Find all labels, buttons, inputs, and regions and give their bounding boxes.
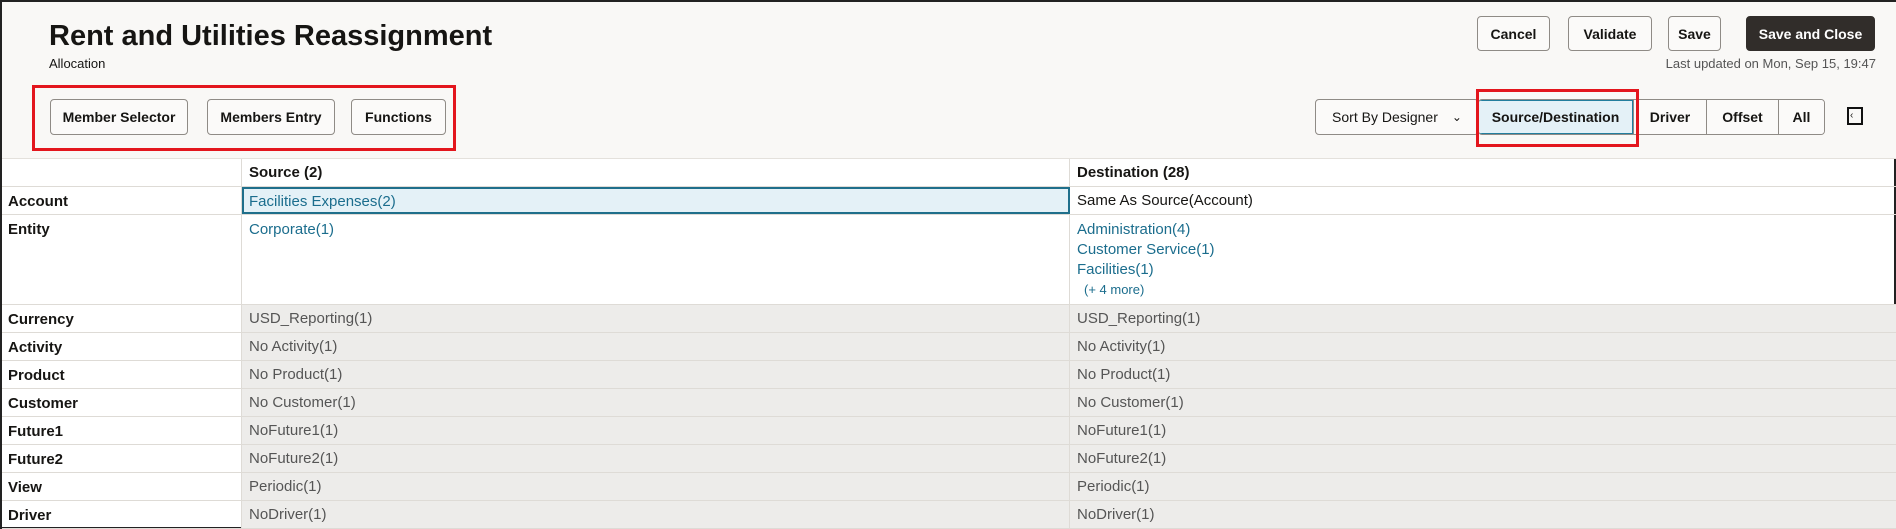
members-entry-button[interactable]: Members Entry <box>207 99 335 135</box>
source-cell[interactable]: NoFuture2(1) <box>242 445 1070 472</box>
validate-button[interactable]: Validate <box>1568 16 1652 51</box>
destination-cell[interactable]: USD_Reporting(1) <box>1070 305 1896 332</box>
header-blank <box>2 159 242 186</box>
destination-cell[interactable]: No Activity(1) <box>1070 333 1896 360</box>
destination-cell[interactable]: No Customer(1) <box>1070 389 1896 416</box>
page-title: Rent and Utilities Reassignment <box>49 20 493 52</box>
row-label: Driver <box>2 501 242 528</box>
save-button[interactable]: Save <box>1668 16 1721 51</box>
cancel-button[interactable]: Cancel <box>1477 16 1550 51</box>
last-updated: Last updated on Mon, Sep 15, 19:47 <box>1665 56 1876 71</box>
source-cell[interactable]: No Product(1) <box>242 361 1070 388</box>
source-cell[interactable]: No Activity(1) <box>242 333 1070 360</box>
table-row: Future1 NoFuture1(1) NoFuture1(1) <box>2 417 1896 445</box>
source-cell[interactable]: NoFuture1(1) <box>242 417 1070 444</box>
source-cell[interactable]: Facilities Expenses(2) <box>242 187 1070 214</box>
source-cell[interactable]: No Customer(1) <box>242 389 1070 416</box>
source-header: Source (2) <box>242 159 1070 186</box>
member-selector-button[interactable]: Member Selector <box>50 99 188 135</box>
table-row: Account Facilities Expenses(2) Same As S… <box>2 187 1896 215</box>
row-label: Future1 <box>2 417 242 444</box>
chevron-down-icon: ⌄ <box>1451 110 1462 124</box>
save-and-close-button[interactable]: Save and Close <box>1746 16 1875 51</box>
sort-by-dropdown[interactable]: Sort By Designer ⌄ <box>1315 99 1479 135</box>
table-row: Currency USD_Reporting(1) USD_Reporting(… <box>2 305 1896 333</box>
page-subtitle: Allocation <box>49 56 106 71</box>
member-link[interactable]: Customer Service(1) <box>1077 240 1891 260</box>
sort-label: Sort By Designer <box>1332 109 1438 125</box>
member-link[interactable]: Facilities Expenses(2) <box>249 192 1062 212</box>
table-row: Driver NoDriver(1) NoDriver(1) <box>2 501 1896 529</box>
tab-offset[interactable]: Offset <box>1706 100 1778 134</box>
row-label: Account <box>2 187 242 214</box>
destination-cell[interactable]: Same As Source(Account) <box>1070 187 1896 214</box>
destination-cell[interactable]: Periodic(1) <box>1070 473 1896 500</box>
destination-cell[interactable]: No Product(1) <box>1070 361 1896 388</box>
source-cell[interactable]: Periodic(1) <box>242 473 1070 500</box>
table-row: Entity Corporate(1) Administration(4) Cu… <box>2 215 1896 305</box>
more-link[interactable]: (+ 4 more) <box>1077 280 1891 300</box>
table-row: View Periodic(1) Periodic(1) <box>2 473 1896 501</box>
allocation-table: Source (2) Destination (28) Account Faci… <box>2 159 1896 529</box>
row-label: View <box>2 473 242 500</box>
table-row: Future2 NoFuture2(1) NoFuture2(1) <box>2 445 1896 473</box>
row-label: Customer <box>2 389 242 416</box>
destination-cell[interactable]: NoFuture1(1) <box>1070 417 1896 444</box>
source-cell[interactable]: USD_Reporting(1) <box>242 305 1070 332</box>
row-label: Activity <box>2 333 242 360</box>
destination-cell[interactable]: NoDriver(1) <box>1070 501 1896 528</box>
table-row: Activity No Activity(1) No Activity(1) <box>2 333 1896 361</box>
row-label: Product <box>2 361 242 388</box>
tab-all[interactable]: All <box>1778 100 1824 134</box>
destination-cell[interactable]: NoFuture2(1) <box>1070 445 1896 472</box>
tab-driver[interactable]: Driver <box>1633 100 1706 134</box>
table-row: Customer No Customer(1) No Customer(1) <box>2 389 1896 417</box>
destination-header: Destination (28) <box>1077 164 1190 181</box>
row-label: Entity <box>2 215 242 304</box>
highlight-box <box>1476 89 1639 147</box>
row-label: Future2 <box>2 445 242 472</box>
functions-button[interactable]: Functions <box>351 99 446 135</box>
source-cell[interactable]: NoDriver(1) <box>242 501 1070 528</box>
page-header: Rent and Utilities Reassignment Allocati… <box>2 2 1896 159</box>
table-header-row: Source (2) Destination (28) <box>2 159 1896 187</box>
source-cell[interactable]: Corporate(1) <box>242 215 1070 304</box>
member-link[interactable]: Administration(4) <box>1077 220 1891 240</box>
table-row: Product No Product(1) No Product(1) <box>2 361 1896 389</box>
row-label: Currency <box>2 305 242 332</box>
destination-cell[interactable]: Administration(4) Customer Service(1) Fa… <box>1070 215 1896 304</box>
member-link[interactable]: Facilities(1) <box>1077 260 1891 280</box>
collapse-panel-icon[interactable]: ‹ <box>1847 107 1863 125</box>
member-link[interactable]: Corporate(1) <box>249 220 1062 240</box>
